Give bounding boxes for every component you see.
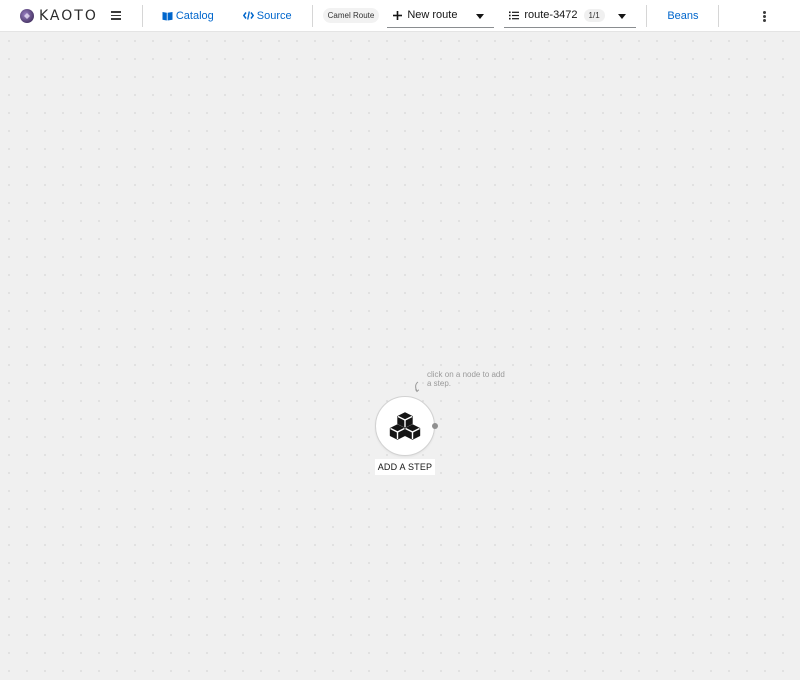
hamburger-menu-icon[interactable] [110, 11, 121, 20]
code-icon [242, 11, 254, 20]
cubes-icon [389, 412, 421, 440]
chevron-down-icon [618, 13, 627, 19]
toolbar-divider [311, 4, 313, 27]
list-icon [509, 11, 520, 20]
kaoto-logo-icon [20, 8, 34, 23]
new-route-select[interactable]: New route [387, 4, 495, 28]
kaoto-logo[interactable]: KAOTO [20, 8, 98, 24]
route-count-badge: 1/1 [583, 8, 605, 22]
toolbar-divider [717, 4, 719, 27]
source-button[interactable]: Source [242, 9, 292, 22]
beans-button[interactable]: Beans [667, 10, 698, 22]
add-step-node[interactable] [375, 396, 435, 456]
curved-arrow-icon [415, 381, 420, 393]
dsl-chip: Camel Route [322, 8, 380, 23]
route-select[interactable]: route-3472 1/1 [504, 4, 637, 28]
book-icon [162, 11, 173, 21]
add-step-hint: click on a node to add a step. [427, 370, 505, 388]
chevron-down-icon [476, 13, 485, 19]
node-output-port[interactable] [432, 423, 438, 429]
toolbar-divider [646, 4, 648, 27]
beans-label: Beans [667, 9, 699, 22]
source-label: Source [256, 9, 292, 22]
visualization-canvas[interactable] [0, 32, 800, 680]
new-route-label: New route [407, 9, 458, 21]
plus-icon [393, 10, 403, 20]
add-step-label: ADD A STEP [375, 459, 435, 475]
catalog-button[interactable]: Catalog [162, 10, 214, 22]
logo-text: KAOTO [39, 7, 98, 24]
catalog-label: Catalog [175, 9, 214, 22]
top-toolbar: KAOTO Catalog Source Camel Route New rou… [0, 0, 800, 32]
toolbar-divider [141, 4, 143, 27]
kebab-menu-icon[interactable] [763, 11, 767, 22]
route-name: route-3472 [524, 9, 578, 21]
